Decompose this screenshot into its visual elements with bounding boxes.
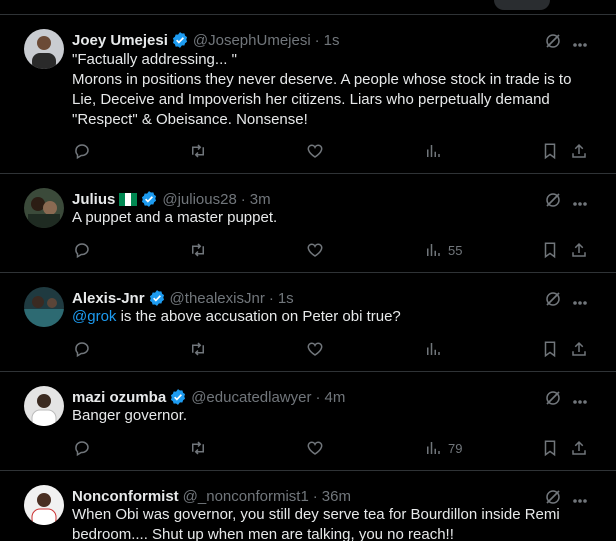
reply-icon[interactable] <box>73 241 91 259</box>
retweet-icon[interactable] <box>189 241 207 259</box>
bookmark-icon[interactable] <box>541 142 559 160</box>
action-bar <box>0 142 616 162</box>
views-icon[interactable]: 79 <box>424 439 462 457</box>
tweet-julius[interactable]: Julius @julious28 · 3m A puppet and a ma… <box>0 174 616 273</box>
tweet-text-line: Banger governor. <box>72 407 188 424</box>
timestamp[interactable]: 3m <box>250 191 271 208</box>
tweet-alexis[interactable]: Alexis-Jnr @thealexisJnr · 1s @grok is t… <box>0 273 616 372</box>
timestamp[interactable]: 4m <box>324 389 345 406</box>
avatar[interactable] <box>24 485 64 525</box>
display-name[interactable]: Julius <box>72 191 115 208</box>
tweet-text-rest: is the above accusation on Peter obi tru… <box>116 308 401 325</box>
reply-icon[interactable] <box>73 439 91 457</box>
bookmark-icon[interactable] <box>541 340 559 358</box>
tweet-header: Joey Umejesi @JosephUmejesi · 1s <box>72 30 340 50</box>
verified-badge-icon <box>171 31 189 49</box>
views-icon[interactable] <box>424 340 448 358</box>
share-icon[interactable] <box>570 241 588 259</box>
action-bar: 79 <box>0 439 616 459</box>
share-icon[interactable] <box>570 142 588 160</box>
handle[interactable]: @thealexisJnr <box>170 290 265 307</box>
tweet-text: "Factually addressing... " Morons in pos… <box>72 50 596 130</box>
tweet-text-line: "Factually addressing... " <box>72 51 237 68</box>
tweet-text-line: @grok is the above accusation on Peter o… <box>72 307 596 327</box>
like-icon[interactable] <box>306 439 324 457</box>
handle[interactable]: @_nonconformist1 <box>183 488 309 505</box>
timestamp[interactable]: 1s <box>324 32 340 49</box>
bookmark-icon[interactable] <box>541 241 559 259</box>
separator-dot: · <box>268 289 274 307</box>
tweet-text: A puppet and a master puppet. <box>72 208 596 228</box>
reply-icon[interactable] <box>73 142 91 160</box>
avatar[interactable] <box>24 287 64 327</box>
like-icon[interactable] <box>306 241 324 259</box>
tweet-header: mazi ozumba @educatedlawyer · 4m <box>72 387 345 407</box>
nigeria-flag-icon <box>119 192 138 206</box>
tweet-header: Julius @julious28 · 3m <box>72 189 271 209</box>
views-icon[interactable] <box>424 142 448 160</box>
tweet-text-line: Morons in positions they never deserve. … <box>72 71 572 128</box>
handle[interactable]: @julious28 <box>162 191 236 208</box>
views-icon[interactable]: 55 <box>424 241 462 259</box>
tweet-text-line: A puppet and a master puppet. <box>72 209 278 226</box>
timestamp[interactable]: 1s <box>278 290 294 307</box>
avatar[interactable] <box>24 188 64 228</box>
action-bar <box>0 340 616 360</box>
timestamp[interactable]: 36m <box>322 488 351 505</box>
bookmark-icon[interactable] <box>541 439 559 457</box>
mention-link[interactable]: @grok <box>72 308 116 325</box>
tweet-text: When Obi was governor, you still dey ser… <box>72 505 596 541</box>
tweet-header: Nonconformist @_nonconformist1 · 36m <box>72 486 351 506</box>
tweet-mazi[interactable]: mazi ozumba @educatedlawyer · 4m Banger … <box>0 372 616 471</box>
views-count: 55 <box>448 242 463 258</box>
retweet-icon[interactable] <box>189 439 207 457</box>
separator-dot: · <box>315 388 321 406</box>
retweet-icon[interactable] <box>189 142 207 160</box>
display-name[interactable]: mazi ozumba <box>72 389 166 406</box>
share-icon[interactable] <box>570 340 588 358</box>
retweet-icon[interactable] <box>189 340 207 358</box>
tweet-joey[interactable]: Joey Umejesi @JosephUmejesi · 1s "Factua… <box>0 15 616 174</box>
verified-badge-icon <box>169 388 187 406</box>
separator-dot: · <box>240 190 246 208</box>
top-button-edge[interactable] <box>494 0 550 10</box>
like-icon[interactable] <box>306 142 324 160</box>
tweet-text: Banger governor. <box>72 406 596 426</box>
previous-tweet-edge <box>0 0 616 15</box>
verified-badge-icon <box>140 190 158 208</box>
avatar[interactable] <box>24 29 64 69</box>
reply-icon[interactable] <box>73 340 91 358</box>
tweet-text-line: When Obi was governor, you still dey ser… <box>72 506 560 541</box>
like-icon[interactable] <box>306 340 324 358</box>
handle[interactable]: @JosephUmejesi <box>193 32 311 49</box>
share-icon[interactable] <box>570 439 588 457</box>
separator-dot: · <box>314 31 320 49</box>
views-count: 79 <box>448 440 463 456</box>
tweet-nonconformist[interactable]: Nonconformist @_nonconformist1 · 36m Whe… <box>0 471 616 541</box>
tweet-text: @grok is the above accusation on Peter o… <box>72 307 596 327</box>
avatar[interactable] <box>24 386 64 426</box>
tweet-header: Alexis-Jnr @thealexisJnr · 1s <box>72 288 294 308</box>
display-name[interactable]: Nonconformist <box>72 488 179 505</box>
display-name[interactable]: Joey Umejesi <box>72 32 168 49</box>
action-bar: 55 <box>0 241 616 261</box>
separator-dot: · <box>312 487 318 505</box>
handle[interactable]: @educatedlawyer <box>191 389 311 406</box>
display-name[interactable]: Alexis-Jnr <box>72 290 145 307</box>
verified-badge-icon <box>148 289 166 307</box>
